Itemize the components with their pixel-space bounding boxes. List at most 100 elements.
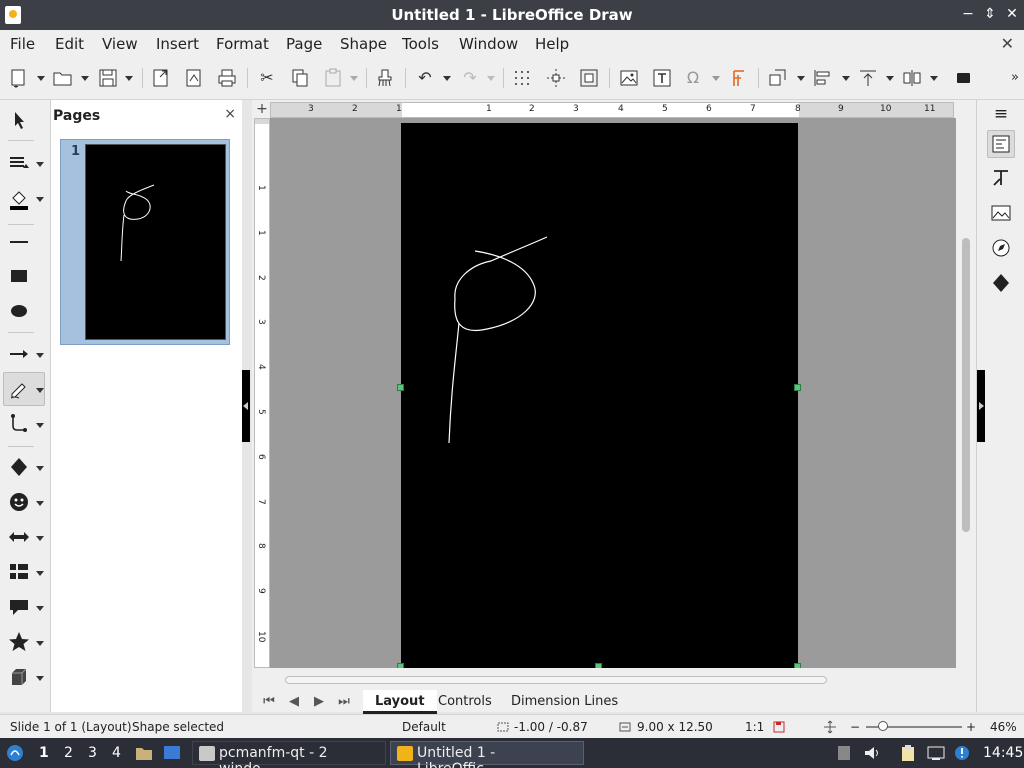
page-thumbnail-selected[interactable]: 1 [60,139,230,345]
upload-tray-icon[interactable] [834,743,854,763]
paste-icon[interactable] [322,67,344,89]
fill-color-dropdown-icon[interactable] [36,197,44,202]
line-color-icon[interactable] [7,152,31,176]
open-dropdown-icon[interactable] [81,76,89,81]
workspace-4[interactable]: 4 [112,745,121,761]
selection-handle[interactable] [595,663,602,668]
transformations-dropdown-icon[interactable] [797,76,805,81]
document-modified-icon[interactable] [773,720,785,737]
selection-handle[interactable] [397,663,404,668]
close-window-button[interactable]: ✕ [1002,4,1022,24]
menu-view[interactable]: View [102,35,138,53]
menu-window[interactable]: Window [459,35,518,53]
connector-tool-icon[interactable] [7,412,31,436]
basic-shapes-diamond-icon[interactable] [7,455,31,479]
special-character-icon[interactable]: Ω [682,67,704,89]
taskbar-window-libreoffice[interactable]: Untitled 1 - LibreOffic… [390,741,584,768]
menu-edit[interactable]: Edit [55,35,84,53]
pages-panel-collapse-handle[interactable] [242,370,250,442]
styles-icon[interactable] [987,165,1015,193]
navigator-icon[interactable] [987,235,1015,263]
flowchart-dropdown-icon[interactable] [36,571,44,576]
3d-objects-dropdown-icon[interactable] [36,676,44,681]
workspace-1[interactable]: 1 [39,745,49,761]
arrange-icon[interactable] [857,67,879,89]
line-tool-icon[interactable] [7,230,31,254]
print-icon[interactable] [216,67,238,89]
flowchart-icon[interactable] [7,560,31,584]
selection-handle[interactable] [794,384,801,391]
menu-file[interactable]: File [10,35,35,53]
rectangle-tool-icon[interactable] [7,264,31,288]
properties-icon[interactable] [987,130,1015,158]
selection-handle[interactable] [397,384,404,391]
grid-icon[interactable] [511,67,533,89]
volume-icon[interactable] [862,743,882,763]
shapes-icon[interactable] [987,270,1015,298]
sidebar-menu-icon[interactable]: ≡ [987,100,1015,128]
workspace-3[interactable]: 3 [88,745,97,761]
transformations-icon[interactable] [767,67,789,89]
menu-page[interactable]: Page [286,35,322,53]
horizontal-scrollbar[interactable] [280,674,956,686]
horizontal-scrollbar-thumb[interactable] [285,676,827,684]
fit-page-icon[interactable] [823,720,837,737]
connector-dropdown-icon[interactable] [36,423,44,428]
paste-dropdown-icon[interactable] [350,76,358,81]
fontwork-icon[interactable] [728,67,750,89]
callout-dropdown-icon[interactable] [36,606,44,611]
new-dropdown-icon[interactable] [37,76,45,81]
distribute-icon[interactable] [901,67,923,89]
copy-icon[interactable] [289,67,311,89]
clipboard-icon[interactable] [898,743,918,763]
freeform-drawing[interactable] [401,123,798,668]
minimize-button[interactable]: − [958,4,978,24]
basic-shapes-dropdown-icon[interactable] [36,466,44,471]
close-document-button[interactable]: ✕ [1001,34,1014,53]
distribute-dropdown-icon[interactable] [930,76,938,81]
workspace-2[interactable]: 2 [64,745,73,761]
export-pdf-icon[interactable] [183,67,205,89]
drawing-workspace[interactable] [270,118,956,668]
callout-icon[interactable] [7,595,31,619]
special-character-dropdown-icon[interactable] [712,76,720,81]
arrow-line-tool-icon[interactable] [7,342,31,366]
drawing-page[interactable] [401,123,798,668]
zoom-slider-knob[interactable] [878,721,888,731]
line-color-dropdown-icon[interactable] [36,162,44,167]
block-arrows-icon[interactable] [7,525,31,549]
zoom-level[interactable]: 46% [990,720,1017,734]
more-tools-chevron-icon[interactable]: » [1004,67,1024,89]
arrange-dropdown-icon[interactable] [886,76,894,81]
block-arrows-dropdown-icon[interactable] [36,536,44,541]
export-icon[interactable] [150,67,172,89]
horizontal-ruler[interactable]: 3 2 1 1 2 3 4 5 6 7 8 9 10 11 [270,102,954,118]
freeform-pencil-icon[interactable] [7,377,31,401]
gallery-icon[interactable] [987,200,1015,228]
start-menu-icon[interactable] [5,743,25,763]
menu-format[interactable]: Format [216,35,269,53]
zoom-out-button[interactable]: − [850,720,860,734]
selection-handle[interactable] [794,663,801,668]
symbol-shapes-dropdown-icon[interactable] [36,501,44,506]
last-layer-icon[interactable]: ⏭ [337,694,351,710]
sidebar-collapse-handle[interactable] [977,370,985,442]
vertical-ruler[interactable]: 1 1 2 3 4 5 6 7 8 9 10 [254,118,270,668]
fill-color-icon[interactable] [7,188,31,212]
network-icon[interactable] [926,743,946,763]
symbol-shapes-smiley-icon[interactable] [7,490,31,514]
tab-dimension-lines[interactable]: Dimension Lines [499,690,630,714]
insert-textbox-icon[interactable] [651,67,673,89]
new-document-icon[interactable] [8,67,30,89]
cut-icon[interactable]: ✂ [256,67,278,89]
save-dropdown-icon[interactable] [125,76,133,81]
shadow-icon[interactable] [953,67,975,89]
save-icon[interactable] [97,67,119,89]
align-dropdown-icon[interactable] [842,76,850,81]
menu-shape[interactable]: Shape [340,35,387,53]
ellipse-tool-icon[interactable] [7,299,31,323]
notification-icon[interactable] [952,743,972,763]
3d-objects-icon[interactable] [7,665,31,689]
redo-dropdown-icon[interactable] [487,76,495,81]
menu-tools[interactable]: Tools [402,35,439,53]
